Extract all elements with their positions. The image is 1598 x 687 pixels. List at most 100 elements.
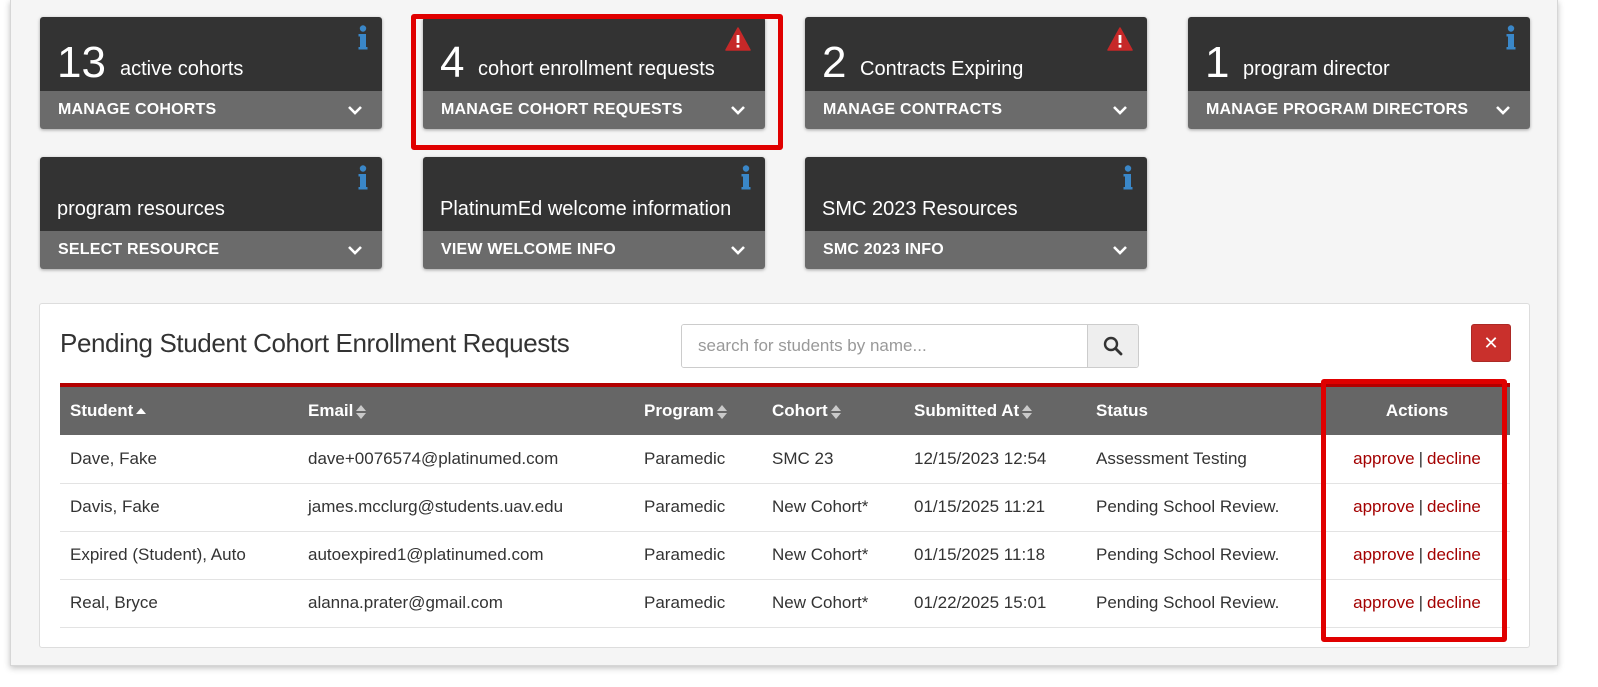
tile-cohorts: 13 active cohorts MANAGE COHORTS	[40, 17, 382, 129]
cell-cohort: SMC 23	[762, 435, 904, 484]
search-button[interactable]	[1087, 325, 1138, 367]
cell-student: Expired (Student), Auto	[60, 531, 298, 580]
action-separator: |	[1418, 593, 1423, 612]
manage-program-directors-button[interactable]: MANAGE PROGRAM DIRECTORS	[1188, 91, 1530, 129]
search-group	[681, 324, 1139, 368]
pending-requests-panel: Pending Student Cohort Enrollment Reques…	[39, 303, 1530, 648]
tile-label: program resources	[57, 198, 225, 220]
tile-count: 13	[57, 38, 106, 87]
tile-action-label: MANAGE COHORT REQUESTS	[441, 101, 683, 118]
student-search-input[interactable]	[682, 325, 1087, 367]
tile-action-label: MANAGE PROGRAM DIRECTORS	[1206, 101, 1469, 118]
manage-cohort-requests-button[interactable]: MANAGE COHORT REQUESTS	[423, 91, 765, 129]
tile-count: 4	[440, 38, 465, 87]
decline-link[interactable]: decline	[1427, 545, 1481, 564]
info-icon[interactable]	[1506, 25, 1516, 51]
cell-actions: approve | decline	[1324, 531, 1510, 580]
warning-icon[interactable]	[725, 27, 751, 51]
manage-contracts-button[interactable]: MANAGE CONTRACTS	[805, 91, 1147, 129]
cell-submitted: 01/15/2025 11:18	[904, 531, 1086, 580]
cell-program: Paramedic	[634, 435, 762, 484]
info-icon[interactable]	[741, 165, 751, 191]
approve-link[interactable]: approve	[1353, 449, 1414, 468]
info-icon[interactable]	[1123, 165, 1133, 191]
tile-action-label: SMC 2023 INFO	[823, 241, 944, 258]
cell-email: alanna.prater@gmail.com	[298, 579, 634, 628]
cell-status: Pending School Review.	[1086, 531, 1324, 580]
cell-student: Real, Bryce	[60, 579, 298, 628]
decline-link[interactable]: decline	[1427, 497, 1481, 516]
action-separator: |	[1418, 497, 1423, 516]
cell-email: autoexpired1@platinumed.com	[298, 531, 634, 580]
tile-action-label: MANAGE CONTRACTS	[823, 101, 1003, 118]
cell-program: Paramedic	[634, 483, 762, 532]
column-program[interactable]: Program	[634, 385, 762, 435]
tile-label: Contracts Expiring	[860, 58, 1024, 80]
tile-action-label: MANAGE COHORTS	[58, 101, 217, 118]
cell-status: Assessment Testing	[1086, 435, 1324, 484]
tile-cohort-requests: 4 cohort enrollment requests MANAGE COHO…	[423, 17, 765, 129]
cell-submitted: 01/15/2025 11:21	[904, 483, 1086, 532]
info-icon[interactable]	[358, 165, 368, 191]
info-icon[interactable]	[358, 25, 368, 51]
cell-cohort: New Cohort*	[762, 579, 904, 628]
tile-label: program director	[1243, 58, 1390, 80]
cell-status: Pending School Review.	[1086, 483, 1324, 532]
column-email[interactable]: Email	[298, 385, 634, 435]
chevron-down-icon	[1496, 106, 1510, 115]
decline-link[interactable]: decline	[1427, 449, 1481, 468]
cell-submitted: 12/15/2023 12:54	[904, 435, 1086, 484]
warning-icon[interactable]	[1107, 27, 1133, 51]
column-cohort[interactable]: Cohort	[762, 385, 904, 435]
search-icon	[1103, 336, 1123, 356]
cell-actions: approve | decline	[1324, 435, 1510, 484]
column-submitted[interactable]: Submitted At	[904, 385, 1086, 435]
close-panel-button[interactable]: ✕	[1471, 324, 1511, 362]
tile-program-directors: 1 program director MANAGE PROGRAM DIRECT…	[1188, 17, 1530, 129]
panel-title: Pending Student Cohort Enrollment Reques…	[60, 328, 570, 358]
action-separator: |	[1418, 545, 1423, 564]
table-row: Davis, Fake james.mcclurg@students.uav.e…	[60, 483, 1510, 532]
view-welcome-info-button[interactable]: VIEW WELCOME INFO	[423, 231, 765, 269]
requests-table: Student Email Program Cohort Submitted A…	[60, 383, 1510, 628]
cell-student: Davis, Fake	[60, 483, 298, 532]
action-separator: |	[1418, 448, 1423, 468]
tile-count: 1	[1205, 38, 1230, 87]
cell-program: Paramedic	[634, 531, 762, 580]
sort-icon	[830, 404, 841, 419]
smc-2023-info-button[interactable]: SMC 2023 INFO	[805, 231, 1147, 269]
tile-label: active cohorts	[120, 58, 244, 80]
table-row: Dave, Fake dave+0076574@platinumed.com P…	[60, 435, 1510, 484]
cell-submitted: 01/22/2025 15:01	[904, 579, 1086, 628]
tile-label: PlatinumEd welcome information	[440, 198, 732, 220]
chevron-down-icon	[348, 106, 362, 115]
chevron-down-icon	[731, 246, 745, 255]
approve-link[interactable]: approve	[1353, 593, 1414, 612]
table-row: Real, Bryce alanna.prater@gmail.com Para…	[60, 579, 1510, 628]
tile-action-label: VIEW WELCOME INFO	[441, 241, 616, 258]
cell-cohort: New Cohort*	[762, 531, 904, 580]
column-student[interactable]: Student	[60, 385, 298, 435]
cell-program: Paramedic	[634, 579, 762, 628]
manage-cohorts-button[interactable]: MANAGE COHORTS	[40, 91, 382, 129]
tile-smc2023: SMC 2023 Resources SMC 2023 INFO	[805, 157, 1147, 269]
cell-student: Dave, Fake	[60, 435, 298, 484]
approve-link[interactable]: approve	[1353, 545, 1414, 564]
decline-link[interactable]: decline	[1427, 593, 1481, 612]
chevron-down-icon	[1113, 106, 1127, 115]
sort-icon	[1022, 404, 1033, 419]
chevron-down-icon	[348, 246, 362, 255]
sort-asc-icon	[136, 407, 147, 414]
cell-actions: approve | decline	[1324, 579, 1510, 628]
tile-label: cohort enrollment requests	[478, 58, 715, 80]
cell-status: Pending School Review.	[1086, 579, 1324, 628]
table-header-row: Student Email Program Cohort Submitted A…	[60, 385, 1510, 435]
sort-icon	[716, 404, 727, 419]
approve-link[interactable]: approve	[1353, 497, 1414, 516]
cell-email: dave+0076574@platinumed.com	[298, 435, 634, 484]
select-resource-button[interactable]: SELECT RESOURCE	[40, 231, 382, 269]
column-status: Status	[1086, 385, 1324, 435]
tile-welcome: PlatinumEd welcome information VIEW WELC…	[423, 157, 765, 269]
cell-actions: approve | decline	[1324, 483, 1510, 532]
tile-resources: program resources SELECT RESOURCE	[40, 157, 382, 269]
